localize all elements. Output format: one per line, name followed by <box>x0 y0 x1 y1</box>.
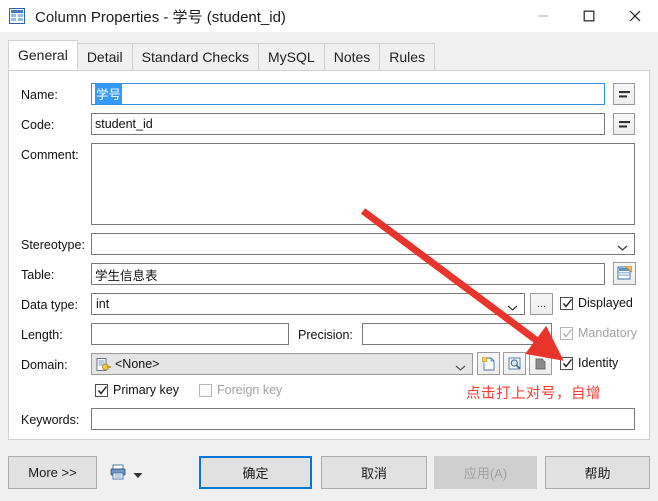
table-grid-icon <box>9 8 25 24</box>
more-button-label: More >> <box>28 465 77 480</box>
identity-label: Identity <box>578 356 619 370</box>
keywords-label: Keywords: <box>21 413 80 427</box>
tab-notes-label: Notes <box>333 49 371 65</box>
code-equals-button[interactable] <box>613 113 635 135</box>
chevron-down-icon[interactable] <box>133 468 143 478</box>
name-label: Name: <box>21 88 58 102</box>
code-input-value: student_id <box>95 117 153 131</box>
code-input[interactable]: student_id <box>91 113 605 135</box>
tab-general-label: General <box>18 47 68 63</box>
apply-button[interactable]: 应用(A) <box>434 456 537 489</box>
checkbox-box <box>199 383 212 397</box>
more-button[interactable]: More >> <box>8 456 97 489</box>
displayed-label: Displayed <box>578 296 633 310</box>
name-equals-button[interactable] <box>613 83 635 105</box>
tab-rules[interactable]: Rules <box>379 43 436 70</box>
tab-standard-checks[interactable]: Standard Checks <box>131 43 260 70</box>
checkbox-box <box>560 356 573 370</box>
keywords-input[interactable] <box>91 408 635 430</box>
data-type-ellipsis-button[interactable]: ... <box>530 293 553 315</box>
ok-button-label: 确定 <box>242 466 269 481</box>
table-input-value: 学生信息表 <box>95 268 158 283</box>
primary-key-checkbox[interactable]: Primary key <box>95 383 179 397</box>
domain-properties-icon[interactable] <box>529 352 552 375</box>
check-tick-icon <box>562 328 573 339</box>
data-type-value: int <box>96 297 110 311</box>
tab-mysql[interactable]: MySQL <box>258 43 325 70</box>
length-input[interactable] <box>91 323 289 345</box>
checkbox-box <box>560 296 573 310</box>
cancel-button-label: 取消 <box>360 466 387 481</box>
table-properties-button[interactable] <box>613 262 636 285</box>
mandatory-label: Mandatory <box>578 326 638 340</box>
displayed-checkbox[interactable]: Displayed <box>560 296 633 310</box>
tab-detail[interactable]: Detail <box>76 43 133 70</box>
checkbox-box <box>95 383 108 397</box>
stereotype-combobox[interactable] <box>91 233 635 255</box>
apply-button-label: 应用(A) <box>463 466 508 481</box>
tab-detail-label: Detail <box>86 49 123 65</box>
precision-label: Precision: <box>298 328 353 342</box>
annotation-note: 点击打上对号，自增 <box>466 386 601 402</box>
chevron-down-icon <box>507 301 518 311</box>
foreign-key-label: Foreign key <box>217 383 283 397</box>
printer-icon[interactable] <box>110 464 126 480</box>
ok-button[interactable]: 确定 <box>199 456 312 489</box>
stereotype-label: Stereotype: <box>21 238 85 252</box>
window-title: Column Properties - 学号 (student_id) <box>35 8 286 26</box>
length-label: Length: <box>21 328 63 342</box>
foreign-key-checkbox[interactable]: Foreign key <box>199 383 282 397</box>
primary-key-label: Primary key <box>113 383 179 397</box>
domain-combobox[interactable]: <None> <box>91 353 473 375</box>
mandatory-checkbox[interactable]: Mandatory <box>560 326 637 340</box>
tab-mysql-label: MySQL <box>268 49 315 65</box>
precision-input[interactable] <box>362 323 552 345</box>
check-tick-icon <box>562 298 573 309</box>
table-label: Table: <box>21 268 55 282</box>
cancel-button[interactable]: 取消 <box>321 456 427 489</box>
domain-label: Domain: <box>21 358 68 372</box>
maximize-button[interactable] <box>566 0 612 32</box>
name-input-value: 学号 <box>95 84 123 104</box>
domain-value: <None> <box>115 357 160 371</box>
dialog-footer: More >> 确定 取消 应用(A) 帮助 <box>0 446 658 501</box>
check-tick-icon <box>562 358 573 369</box>
browse-domain-icon[interactable] <box>503 352 526 375</box>
help-button-label: 帮助 <box>584 466 611 481</box>
tab-notes[interactable]: Notes <box>323 43 381 70</box>
code-label: Code: <box>21 118 55 132</box>
data-type-label: Data type: <box>21 298 78 312</box>
title-bar: Column Properties - 学号 (student_id) <box>0 0 658 32</box>
close-button[interactable] <box>612 0 658 32</box>
ellipsis-icon: ... <box>536 298 547 310</box>
window-controls <box>520 0 658 32</box>
check-tick-icon <box>97 385 108 396</box>
tab-strip: General Detail Standard Checks MySQL Not… <box>0 32 658 70</box>
minimize-button[interactable] <box>520 0 566 32</box>
column-properties-dialog: Column Properties - 学号 (student_id) Gene… <box>0 0 658 501</box>
comment-label: Comment: <box>21 148 79 162</box>
data-type-combobox[interactable]: int <box>91 293 525 315</box>
new-domain-icon[interactable] <box>477 352 500 375</box>
tab-standard-checks-label: Standard Checks <box>141 49 250 65</box>
help-button[interactable]: 帮助 <box>545 456 650 489</box>
table-input[interactable]: 学生信息表 <box>91 263 605 285</box>
name-input[interactable]: 学号 <box>91 83 605 105</box>
checkbox-box <box>560 326 573 340</box>
chevron-down-icon <box>455 361 466 371</box>
identity-checkbox[interactable]: Identity <box>560 356 618 370</box>
domain-key-icon <box>96 358 111 372</box>
tab-general[interactable]: General <box>8 40 78 70</box>
chevron-down-icon <box>617 241 628 251</box>
tab-rules-label: Rules <box>389 49 426 65</box>
comment-textarea[interactable] <box>91 143 635 225</box>
